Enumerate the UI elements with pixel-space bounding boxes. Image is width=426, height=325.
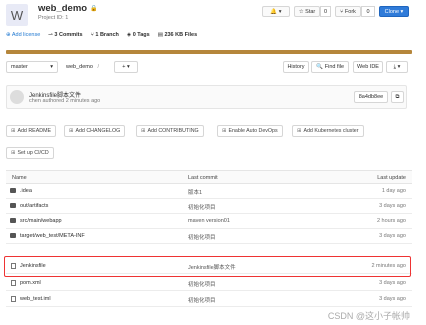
search-icon: 🔍: [315, 64, 323, 70]
add-contributing-label: Add CONTRIBUTING: [147, 128, 199, 134]
file-last-commit[interactable]: 初始化项目: [188, 296, 216, 304]
plus-icon: ⊞: [141, 128, 146, 134]
table-header: Name Last commit Last update: [6, 170, 412, 184]
project-id: Project ID: 1: [38, 15, 69, 21]
tags-link[interactable]: ◈ 0 Tags: [127, 32, 150, 38]
project-title[interactable]: web_demo 🔒: [38, 3, 98, 14]
file-name[interactable]: web_test.iml: [20, 296, 51, 302]
web-ide-button[interactable]: Web IDE: [353, 61, 383, 73]
project-name[interactable]: web_demo: [38, 3, 87, 14]
folder-icon: [10, 233, 16, 238]
file-name[interactable]: out/artifacts: [20, 203, 48, 209]
fork-count[interactable]: 0: [361, 6, 375, 17]
setup-cicd-button[interactable]: ⊞ Set up CI/CD: [6, 147, 54, 159]
add-kubernetes-label: Add Kubernetes cluster: [303, 128, 359, 134]
project-avatar: W: [6, 4, 28, 26]
project-stats: ⊕ Add license ⊸ 3 Commits ⑂ 1 Branch ◈ 0…: [6, 32, 197, 38]
find-file-label: Find file: [324, 64, 345, 70]
enable-auto-devops-button[interactable]: ⊞ Enable Auto DevOps: [217, 125, 283, 137]
header-last-update: Last update: [377, 175, 406, 181]
file-last-commit[interactable]: 版本1: [188, 188, 202, 196]
add-kubernetes-button[interactable]: ⊞ Add Kubernetes cluster: [292, 125, 364, 137]
chevron-down-icon: ▾: [50, 64, 53, 70]
branch-name: master: [11, 64, 28, 70]
file-last-update: 3 days ago: [379, 296, 406, 302]
table-row[interactable]: out/artifacts 初始化项目 3 days ago: [6, 199, 412, 214]
commit-meta: chen authored 2 minutes ago: [29, 98, 101, 104]
highlight-box: [4, 256, 411, 277]
add-license-link[interactable]: ⊕ Add license: [6, 32, 40, 38]
branch-link[interactable]: ⑂ 1 Branch: [91, 32, 119, 38]
file-last-update: 3 days ago: [379, 233, 406, 239]
table-row[interactable]: src/main/webapp maven version01 2 hours …: [6, 214, 412, 229]
star-button[interactable]: ☆ Star: [294, 6, 320, 17]
add-contributing-button[interactable]: ⊞ Add CONTRIBUTING: [136, 125, 204, 137]
add-changelog-label: Add CHANGELOG: [75, 128, 121, 134]
add-changelog-button[interactable]: ⊞ Add CHANGELOG: [64, 125, 126, 137]
file-last-commit[interactable]: 初始化项目: [188, 280, 216, 288]
table-row[interactable]: target/web_test/META-INF 初始化项目 3 days ag…: [6, 229, 412, 244]
file-last-update: 2 hours ago: [376, 218, 406, 224]
add-readme-label: Add README: [17, 128, 52, 134]
file-last-update: 3 days ago: [379, 280, 406, 286]
header-name: Name: [12, 175, 27, 181]
table-row[interactable]: pom.xml 初始化项目 3 days ago: [6, 276, 412, 291]
breadcrumb-project[interactable]: web_demo: [66, 64, 93, 70]
notification-button[interactable]: 🔔 ▾: [262, 6, 290, 17]
star-count[interactable]: 0: [320, 6, 331, 17]
plus-icon: ⊞: [11, 128, 16, 134]
breadcrumb: web_demo /: [66, 64, 102, 70]
lock-icon: 🔒: [90, 6, 98, 12]
file-last-update: 1 day ago: [381, 188, 406, 194]
avatar[interactable]: [10, 90, 24, 104]
find-file-button[interactable]: 🔍 Find file: [311, 61, 349, 73]
file-name[interactable]: pom.xml: [20, 280, 41, 286]
breadcrumb-separator: /: [97, 64, 99, 70]
watermark: CSDN @这小子帐帅: [327, 311, 410, 321]
history-button[interactable]: History: [283, 61, 309, 73]
plus-icon: ⊞: [11, 150, 16, 156]
add-file-dropdown[interactable]: + ▾: [114, 61, 138, 73]
file-name[interactable]: .idea: [20, 188, 32, 194]
file-name[interactable]: src/main/webapp: [20, 218, 62, 224]
commits-link[interactable]: ⊸ 3 Commits: [48, 32, 82, 38]
setup-cicd-label: Set up CI/CD: [17, 150, 49, 156]
folder-icon: [10, 188, 16, 193]
files-size[interactable]: ▤ 236 KB Files: [158, 32, 197, 38]
language-bar: [6, 50, 412, 54]
header-last-commit: Last commit: [188, 175, 218, 181]
branch-select[interactable]: master ▾: [6, 61, 58, 73]
fork-button[interactable]: ⑂ Fork: [335, 6, 361, 17]
file-icon: [11, 295, 16, 302]
folder-icon: [10, 203, 16, 208]
copy-icon[interactable]: ⧉: [391, 91, 404, 103]
table-row[interactable]: .idea 版本1 1 day ago: [6, 184, 412, 199]
file-icon: [11, 279, 16, 286]
file-last-commit[interactable]: maven version01: [188, 218, 230, 224]
download-button[interactable]: ⤓ ▾: [386, 61, 408, 73]
folder-icon: [10, 218, 16, 223]
file-last-commit[interactable]: 初始化项目: [188, 203, 216, 211]
table-row[interactable]: web_test.iml 初始化项目 3 days ago: [6, 292, 412, 307]
add-readme-button[interactable]: ⊞ Add README: [6, 125, 57, 137]
last-commit-panel: Jenkinsfile脚本文件 chen authored 2 minutes …: [6, 85, 407, 109]
plus-icon: ⊞: [69, 128, 74, 134]
enable-auto-devops-label: Enable Auto DevOps: [228, 128, 278, 134]
file-last-commit[interactable]: 初始化项目: [188, 233, 216, 241]
file-last-update: 3 days ago: [379, 203, 406, 209]
plus-icon: ⊞: [297, 128, 302, 134]
plus-icon: ⊞: [222, 128, 227, 134]
file-name[interactable]: target/web_test/META-INF: [20, 233, 85, 239]
clone-button[interactable]: Clone ▾: [379, 6, 409, 17]
commit-sha[interactable]: 8a4db8ee: [354, 91, 388, 103]
